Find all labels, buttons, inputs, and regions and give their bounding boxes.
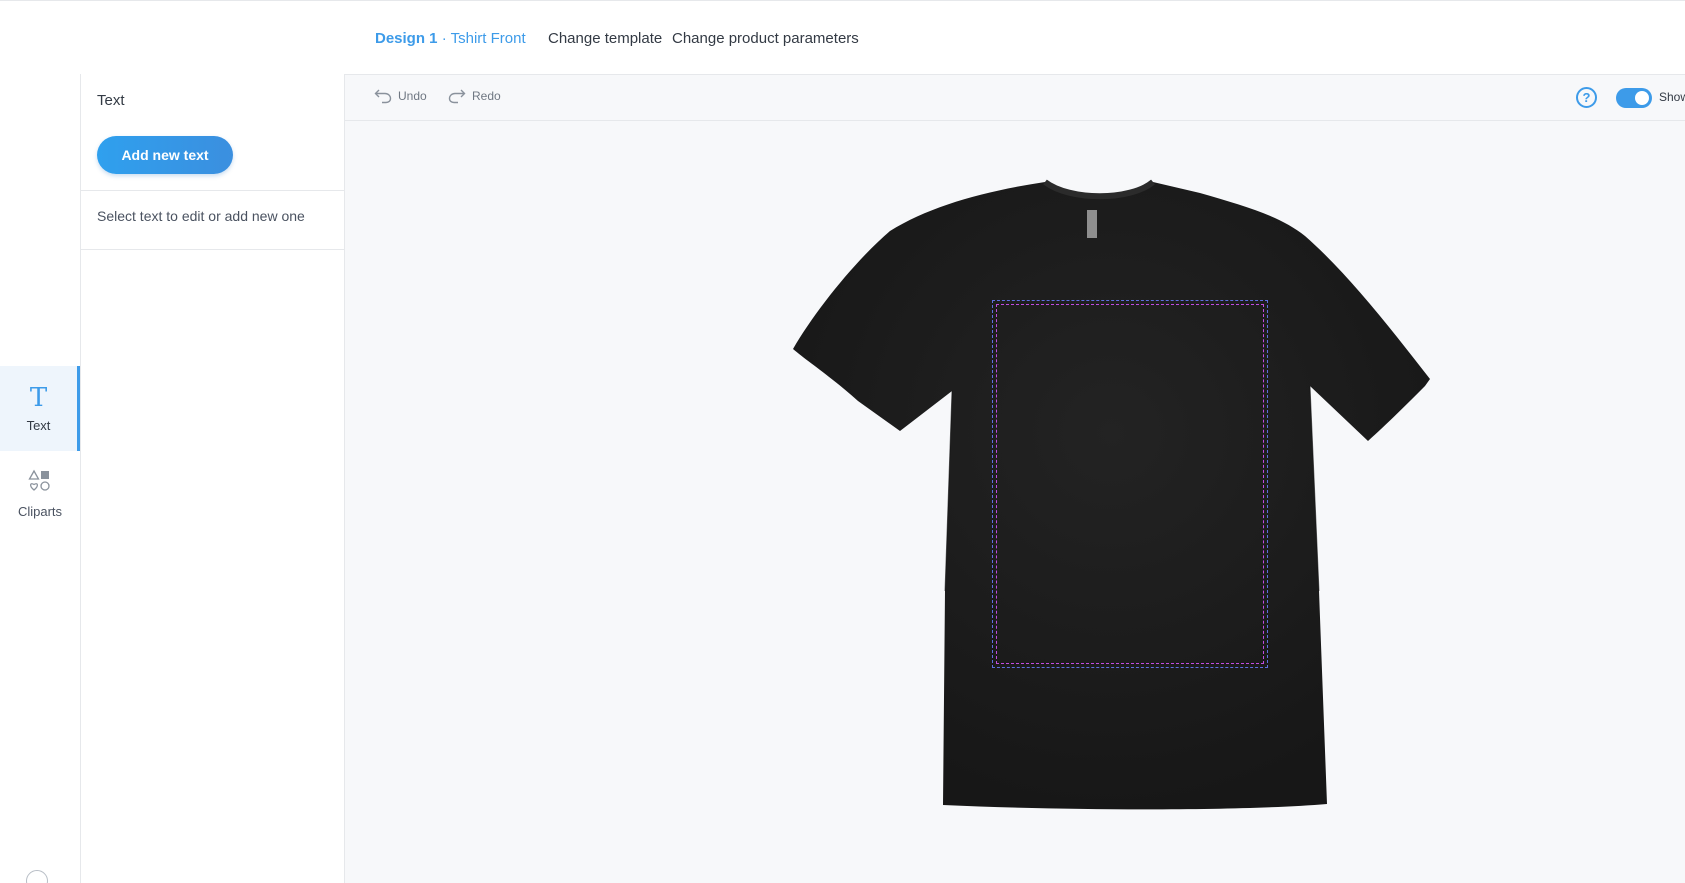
panel-title: Text	[97, 92, 125, 109]
rail-item-label: Cliparts	[17, 503, 63, 519]
undo-label: Undo	[398, 89, 427, 103]
shapes-icon	[28, 469, 52, 498]
header: Design 1 · Tshirt Front Change template …	[345, 3, 1685, 75]
undo-icon	[374, 89, 392, 104]
breadcrumb-separator: ·	[441, 30, 447, 47]
print-area-safe-zone	[996, 304, 1264, 664]
toggle-knob	[1635, 91, 1649, 105]
help-circle-icon[interactable]	[26, 870, 48, 883]
rail-item-label: Text	[26, 418, 51, 433]
template-name[interactable]: Tshirt Front	[451, 30, 526, 47]
breadcrumb: Design 1 · Tshirt Front	[375, 30, 526, 47]
text-T-icon: T	[29, 383, 48, 413]
rail-item-text[interactable]: T Text	[0, 366, 80, 451]
change-template-link[interactable]: Change template	[548, 30, 662, 47]
canvas-toolbar: Undo Redo ? Show	[345, 75, 1685, 121]
redo-button[interactable]: Redo	[448, 88, 501, 104]
rail-item-cliparts[interactable]: Cliparts	[0, 451, 80, 536]
design-name[interactable]: Design 1	[375, 30, 438, 47]
redo-label: Redo	[472, 89, 501, 103]
panel-hint: Select text to edit or add new one	[97, 208, 305, 224]
help-icon[interactable]: ?	[1576, 87, 1597, 108]
add-new-text-button[interactable]: Add new text	[97, 136, 233, 174]
show-toggle[interactable]	[1616, 88, 1652, 108]
show-toggle-label: Show	[1659, 90, 1685, 104]
tool-rail: T Text Cliparts	[0, 74, 81, 883]
panel-divider	[81, 190, 345, 191]
print-area[interactable]	[992, 300, 1268, 668]
redo-icon	[448, 89, 466, 104]
text-panel: Text Add new text Select text to edit or…	[81, 74, 345, 883]
change-product-parameters-link[interactable]: Change product parameters	[672, 30, 859, 47]
panel-divider	[81, 249, 345, 250]
design-canvas[interactable]	[345, 121, 1685, 883]
undo-button[interactable]: Undo	[374, 88, 427, 104]
